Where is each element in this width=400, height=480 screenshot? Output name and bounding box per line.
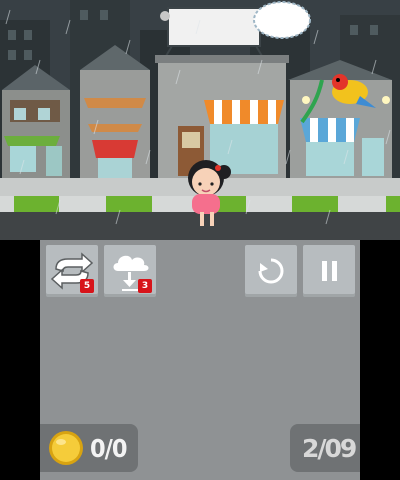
game-scene xyxy=(0,0,400,240)
restart-button[interactable] xyxy=(245,245,297,297)
touch-screen-hud: 5 3 0/0 2/09 xyxy=(40,240,360,480)
coin-counter: 0/0 xyxy=(40,424,138,472)
coin-count-text: 0/0 xyxy=(90,434,128,463)
level-number-text: 2/09 xyxy=(302,434,357,463)
level-indicator: 2/09 xyxy=(290,424,360,472)
coin-icon xyxy=(49,431,83,465)
pause-button[interactable] xyxy=(303,245,355,297)
pause-icon xyxy=(322,261,337,281)
restart-icon xyxy=(258,258,284,284)
city-street-background xyxy=(0,0,400,240)
rain-powerup-button[interactable]: 3 xyxy=(104,245,156,297)
swap-powerup-button[interactable]: 5 xyxy=(46,245,98,297)
rain-count-badge: 3 xyxy=(138,279,152,293)
swap-count-badge: 5 xyxy=(80,279,94,293)
